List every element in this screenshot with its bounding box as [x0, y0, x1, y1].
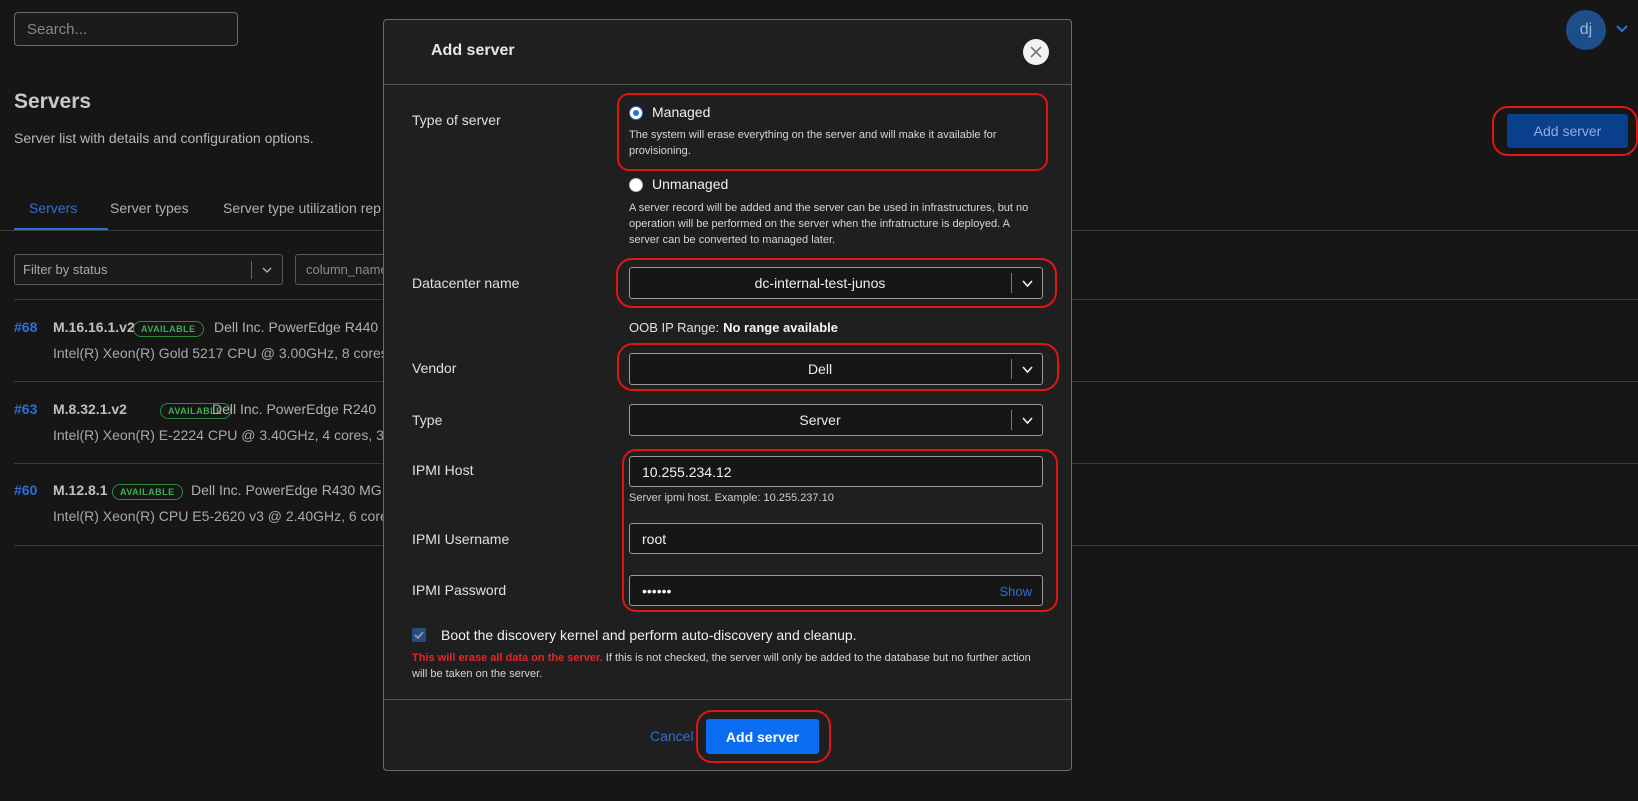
discovery-description: This will erase all data on the server. …	[412, 650, 1042, 682]
ipmi-username-label: IPMI Username	[412, 531, 510, 547]
cancel-button[interactable]: Cancel	[650, 728, 694, 744]
submit-add-server-button[interactable]: Add server	[706, 719, 819, 754]
ipmi-host-input[interactable]: 10.255.234.12	[629, 456, 1043, 487]
vendor-select[interactable]: Dell	[629, 353, 1043, 385]
discovery-label: Boot the discovery kernel and perform au…	[441, 627, 857, 643]
discovery-checkbox[interactable]	[412, 628, 426, 642]
servers-page: Search... dj Servers Server list with de…	[0, 0, 1638, 801]
oob-ip-range-value: No range available	[723, 320, 838, 335]
close-icon	[1030, 46, 1042, 58]
modal-title: Add server	[431, 42, 515, 59]
show-password-link[interactable]: Show	[999, 584, 1032, 599]
divider	[1011, 273, 1012, 293]
type-of-server-label: Type of server	[412, 112, 501, 128]
unmanaged-description: A server record will be added and the se…	[629, 202, 1029, 246]
ipmi-password-value: ••••••	[642, 583, 672, 599]
vendor-label: Vendor	[412, 360, 457, 376]
managed-label: Managed	[652, 104, 711, 120]
chevron-down-icon	[1022, 417, 1033, 425]
unmanaged-radio[interactable]	[629, 178, 643, 192]
discovery-warning: This will erase all data on the server.	[412, 652, 603, 664]
chevron-down-icon	[1022, 366, 1033, 374]
divider	[1011, 410, 1012, 430]
ipmi-password-label: IPMI Password	[412, 582, 507, 598]
check-icon	[414, 631, 424, 640]
vendor-value: Dell	[807, 361, 833, 377]
type-value: Server	[799, 412, 841, 428]
ipmi-password-input[interactable]: •••••• Show	[629, 575, 1043, 606]
type-label: Type	[412, 412, 443, 428]
oob-ip-range: OOB IP Range: No range available	[629, 320, 838, 335]
managed-description: The system will erase everything on the …	[629, 129, 997, 157]
ipmi-username-input[interactable]: root	[629, 523, 1043, 554]
managed-radio[interactable]	[629, 106, 643, 120]
datacenter-value: dc-internal-test-junos	[754, 275, 886, 291]
ipmi-host-hint: Server ipmi host. Example: 10.255.237.10	[629, 492, 834, 504]
datacenter-label: Datacenter name	[412, 275, 520, 291]
add-server-modal: Add server Type of server Managed The sy…	[383, 19, 1072, 771]
type-select[interactable]: Server	[629, 404, 1043, 436]
oob-ip-range-label: OOB IP Range:	[629, 320, 720, 335]
divider	[1011, 359, 1012, 379]
unmanaged-label: Unmanaged	[652, 176, 729, 192]
modal-header: Add server	[384, 20, 1071, 85]
chevron-down-icon	[1022, 280, 1033, 288]
datacenter-select[interactable]: dc-internal-test-junos	[629, 267, 1043, 299]
divider	[384, 699, 1071, 700]
close-button[interactable]	[1023, 39, 1049, 65]
ipmi-host-label: IPMI Host	[412, 462, 474, 478]
